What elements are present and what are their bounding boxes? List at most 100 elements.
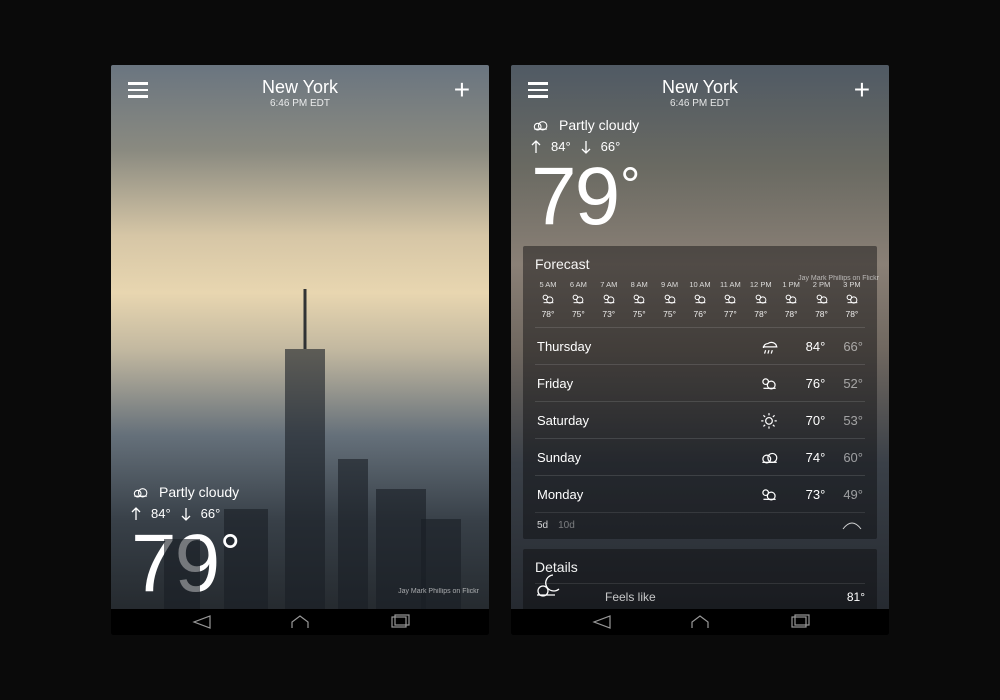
daily-forecast: Thursday 84° 66° Friday76°52° Saturday 70° 53°…	[535, 327, 865, 512]
hour-condition-icon	[783, 292, 799, 306]
weather-screen-forecast: New York 6:46 PM EDT + Partly cloudy 84°…	[511, 65, 889, 635]
day-low: 49°	[843, 487, 863, 502]
detail-label: Feels like	[605, 590, 656, 604]
add-location-button[interactable]: +	[449, 77, 475, 103]
current-conditions: Partly cloudy 84° 66° 79°	[511, 117, 889, 238]
recents-icon[interactable]	[388, 614, 410, 630]
add-location-button[interactable]: +	[849, 77, 875, 103]
partly-cloudy-night-icon	[531, 569, 567, 601]
hour-condition-icon	[814, 292, 830, 306]
hour-time: 2 PM	[813, 280, 831, 289]
hour-time: 11 AM	[720, 280, 741, 289]
day-condition-icon	[759, 449, 779, 465]
range-5d[interactable]: 5d	[537, 520, 548, 531]
day-condition-icon	[759, 486, 779, 502]
hour-condition-icon	[753, 292, 769, 306]
day-condition-icon	[759, 375, 779, 391]
recents-icon[interactable]	[788, 614, 810, 630]
hour-temp: 75°	[633, 309, 646, 319]
range-10d[interactable]: 10d	[558, 520, 575, 531]
forecast-panel: Forecast 5 AM 78° 6 AM75° 7 AM 73° 8 AM 75° 9 A…	[523, 246, 877, 539]
hourly-forecast[interactable]: 5 AM 78° 6 AM75° 7 AM 73° 8 AM 75° 9 AM 75° 10 AM…	[535, 280, 865, 319]
android-navbar	[111, 609, 489, 635]
hour-cell: 1 PM 78°	[778, 280, 804, 319]
hour-temp: 78°	[845, 309, 858, 319]
hour-condition-icon	[570, 292, 586, 306]
forecast-heading: Forecast	[535, 256, 865, 272]
local-time: 6:46 PM EDT	[662, 98, 738, 109]
hour-cell: 2 PM 78°	[809, 280, 835, 319]
hour-condition-icon	[662, 292, 678, 306]
day-low: 60°	[843, 450, 863, 465]
hour-time: 9 AM	[661, 280, 678, 289]
menu-button[interactable]	[125, 77, 151, 103]
hour-temp: 75°	[663, 309, 676, 319]
hour-time: 7 AM	[600, 280, 617, 289]
hour-cell: 12 PM 78°	[748, 280, 774, 319]
hour-cell: 10 AM 76°	[687, 280, 713, 319]
hour-temp: 77°	[724, 309, 737, 319]
partly-cloudy-icon	[131, 484, 151, 500]
daily-row[interactable]: Monday 73° 49°	[535, 475, 865, 512]
home-icon[interactable]	[289, 614, 311, 630]
day-name: Thursday	[537, 339, 759, 354]
photo-attribution: Jay Mark Phillips on Flickr	[798, 275, 879, 282]
hour-temp: 78°	[785, 309, 798, 319]
day-name: Saturday	[537, 413, 759, 428]
hour-condition-icon	[844, 292, 860, 306]
day-high: 73°	[806, 487, 826, 502]
day-high: 70°	[806, 413, 826, 428]
hour-cell: 8 AM 75°	[626, 280, 652, 319]
partly-cloudy-icon	[531, 117, 551, 133]
android-navbar	[511, 609, 889, 635]
day-high: 74°	[806, 450, 826, 465]
day-name: Sunday	[537, 450, 759, 465]
day-high: 76°	[806, 376, 826, 391]
daily-row[interactable]: Saturday 70° 53°	[535, 401, 865, 438]
hour-temp: 73°	[602, 309, 615, 319]
menu-button[interactable]	[525, 77, 551, 103]
day-name: Monday	[537, 487, 759, 502]
city-name: New York	[662, 77, 738, 98]
daily-row[interactable]: Friday76°52°	[535, 364, 865, 401]
hour-cell: 3 PM78°	[839, 280, 865, 319]
hour-cell: 7 AM 73°	[596, 280, 622, 319]
local-time: 6:46 PM EDT	[262, 98, 338, 109]
hour-cell: 6 AM75°	[565, 280, 591, 319]
hour-condition-icon	[540, 292, 556, 306]
hour-cell: 11 AM 77°	[717, 280, 743, 319]
city-name: New York	[262, 77, 338, 98]
hour-temp: 76°	[694, 309, 707, 319]
daily-row[interactable]: Thursday 84° 66°	[535, 327, 865, 364]
location-title[interactable]: New York 6:46 PM EDT	[262, 77, 338, 109]
back-icon[interactable]	[590, 614, 612, 630]
hamburger-icon	[528, 82, 548, 98]
hour-time: 12 PM	[750, 280, 772, 289]
condition-text: Partly cloudy	[559, 117, 639, 133]
day-condition-icon	[759, 338, 779, 354]
hour-time: 5 AM	[539, 280, 556, 289]
hour-condition-icon	[722, 292, 738, 306]
day-high: 84°	[806, 339, 826, 354]
forecast-range-toggle: 5d 10d	[535, 512, 865, 531]
hour-temp: 78°	[542, 309, 555, 319]
hour-temp: 78°	[754, 309, 767, 319]
day-low: 66°	[843, 339, 863, 354]
weather-screen-home: New York 6:46 PM EDT + Partly cloudy 84°…	[111, 65, 489, 635]
hour-temp: 75°	[572, 309, 585, 319]
details-heading: Details	[535, 559, 865, 575]
hour-temp: 78°	[815, 309, 828, 319]
app-header: New York 6:46 PM EDT +	[111, 65, 489, 115]
day-low: 53°	[843, 413, 863, 428]
back-icon[interactable]	[190, 614, 212, 630]
hour-time: 8 AM	[631, 280, 648, 289]
hour-condition-icon	[631, 292, 647, 306]
daily-row[interactable]: Sunday 74° 60°	[535, 438, 865, 475]
details-item: Feels like81°	[535, 583, 865, 610]
hour-time: 1 PM	[782, 280, 800, 289]
hour-time: 10 AM	[689, 280, 710, 289]
app-header: New York 6:46 PM EDT +	[511, 65, 889, 115]
hour-cell: 5 AM 78°	[535, 280, 561, 319]
location-title[interactable]: New York 6:46 PM EDT	[662, 77, 738, 109]
home-icon[interactable]	[689, 614, 711, 630]
